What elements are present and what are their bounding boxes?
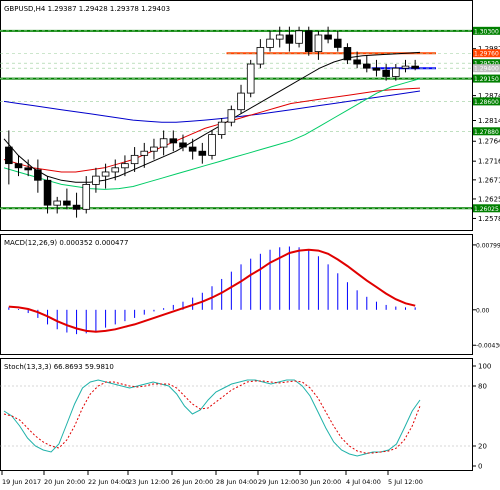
price-tag-label: 1.29150 xyxy=(474,76,499,83)
x-tick-label: 5 Jul 12:00 xyxy=(388,478,423,486)
stoch-y-tick-label: 80 xyxy=(478,383,487,391)
candle-body xyxy=(72,204,81,210)
candle-body xyxy=(159,138,168,148)
candle-body xyxy=(82,184,91,210)
x-tick-label: 23 Jun 12:00 xyxy=(128,478,169,486)
macd-panel-title: MACD(12,26,9) 0.000352 0.000477 xyxy=(4,239,128,247)
candle-body xyxy=(256,47,265,65)
x-tick-label: 4 Jul 04:00 xyxy=(346,478,381,486)
macd-y-tick-label: 0.00 xyxy=(476,307,490,314)
stoch-y-tick-label: 0 xyxy=(478,463,482,471)
y-tick-label: 1.26710 xyxy=(478,176,500,184)
stoch-panel-title: Stoch(13,3,3) 66.8693 59.9810 xyxy=(4,363,114,371)
macd-y-tick-label: -0.004366 xyxy=(476,343,500,350)
candle-body xyxy=(198,150,207,156)
candle-body xyxy=(314,34,323,52)
candle-body xyxy=(34,169,42,181)
candle-body xyxy=(208,134,216,156)
candle-body xyxy=(140,150,149,156)
candle-body xyxy=(246,63,255,94)
x-tick-label: 26 Jun 20:00 xyxy=(172,478,213,486)
candle-body xyxy=(285,34,294,44)
y-tick-label: 1.27640 xyxy=(478,138,500,146)
price-tag-label: 1.26025 xyxy=(474,206,499,213)
candle-body xyxy=(5,146,13,165)
candle-body xyxy=(275,34,284,40)
x-tick-label: 28 Jun 04:00 xyxy=(216,478,257,486)
y-tick-label: 1.25780 xyxy=(478,215,500,223)
candle-body xyxy=(353,59,361,65)
candle-body xyxy=(363,63,371,69)
candle-body xyxy=(92,175,100,185)
candle-body xyxy=(227,109,236,123)
macd-y-tick-label: 0.007996 xyxy=(476,242,500,249)
candle-body xyxy=(324,34,332,40)
stoch-panel xyxy=(0,358,473,471)
y-tick-label: 1.27160 xyxy=(478,158,500,166)
candle-body xyxy=(53,200,61,206)
candle-body xyxy=(179,142,187,148)
candle-body xyxy=(343,47,352,61)
candle-body xyxy=(150,146,158,152)
candle-body xyxy=(237,92,245,111)
candle-body xyxy=(63,200,71,206)
price-tag-label: 1.29760 xyxy=(474,51,499,58)
candle-body xyxy=(411,65,419,69)
macd-panel xyxy=(0,234,473,355)
x-tick-label: 19 Jun 2017 xyxy=(2,478,41,486)
price-tag-label: 1.29400 xyxy=(474,66,499,73)
x-tick-label: 30 Jun 20:00 xyxy=(300,478,341,486)
candle-body xyxy=(266,38,274,48)
y-tick-label: 1.26250 xyxy=(478,195,500,203)
candle-body xyxy=(24,167,32,171)
y-tick-label: 1.28140 xyxy=(478,117,500,125)
price-tag-label: 1.30300 xyxy=(474,28,499,35)
candle-body xyxy=(217,121,226,136)
candle-body xyxy=(372,67,381,71)
candle-body xyxy=(130,154,139,165)
price-panel-title: GBPUSD,H4 1.29387 1.29428 1.29378 1.2940… xyxy=(4,5,170,13)
candle-body xyxy=(101,171,110,177)
gbpusd-chart: GBPUSD,H4 1.29387 1.29428 1.29378 1.2940… xyxy=(0,0,500,486)
x-tick-label: 20 Jun 20:00 xyxy=(44,478,85,486)
candle-body xyxy=(392,67,400,77)
candle-body xyxy=(382,69,390,77)
candle-body xyxy=(14,163,23,169)
x-tick-label: 22 Jun 04:00 xyxy=(88,478,129,486)
candle-body xyxy=(111,167,120,173)
price-panel xyxy=(0,0,473,231)
stoch-y-tick-label: 100 xyxy=(478,363,491,371)
candle-body xyxy=(121,163,129,169)
candle-body xyxy=(333,38,342,48)
price-tag-label: 1.27880 xyxy=(474,129,499,136)
candle-body xyxy=(401,65,410,69)
candle-body xyxy=(43,179,52,206)
candle-body xyxy=(169,138,178,144)
x-tick-label: 29 Jun 12:00 xyxy=(258,478,299,486)
x-axis: 19 Jun 2017 20 Jun 20:00 22 Jun 04:0023 Ju… xyxy=(1,471,423,486)
stoch-y-tick-label: 20 xyxy=(478,443,487,451)
price-tag-label: 1.28600 xyxy=(474,99,499,106)
candle-body xyxy=(188,146,197,152)
candle-body xyxy=(295,30,303,44)
candle-body xyxy=(304,30,313,52)
